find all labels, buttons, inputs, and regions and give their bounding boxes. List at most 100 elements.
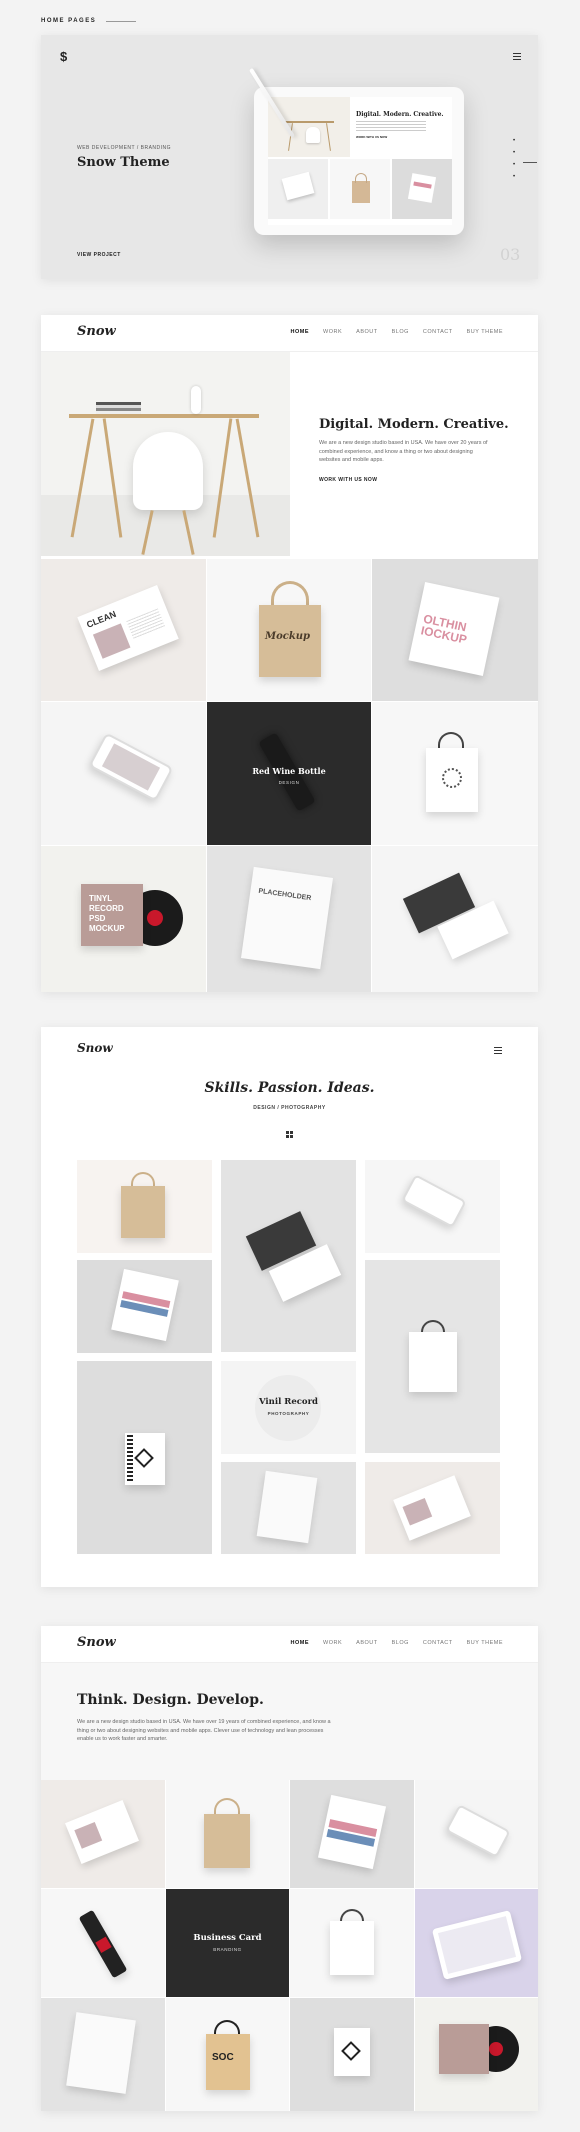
- grid-tile-tote[interactable]: [166, 1780, 289, 1888]
- portfolio-tile-phone[interactable]: [41, 702, 206, 845]
- portfolio-tile-tshirt[interactable]: OLTHIN IOCKUP: [372, 559, 538, 701]
- menu-icon[interactable]: [494, 1047, 502, 1054]
- home3-heading: Think. Design. Develop.: [77, 1692, 264, 1708]
- paper-bag-print: SOC: [212, 2052, 234, 2063]
- nav-link-about[interactable]: ABOUT: [356, 1640, 377, 1646]
- tablet-screen: Digital. Modern. Creative. WORK WITH US …: [268, 97, 452, 225]
- grid-tile-shopping-bag[interactable]: [290, 1889, 414, 1997]
- masonry-tile-tshirt[interactable]: [77, 1260, 212, 1353]
- top-navigation: Snow HOME WORK ABOUT BLOG CONTACT BUY TH…: [41, 1626, 538, 1663]
- nav-link-contact[interactable]: CONTACT: [423, 329, 453, 335]
- featured-title: Vinil Record: [258, 1397, 318, 1407]
- grid-tile-tshirt[interactable]: [290, 1780, 414, 1888]
- tablet-tile-tshirt: [392, 159, 452, 219]
- featured-category: DESIGN: [278, 780, 300, 785]
- chair-seat: [133, 432, 203, 510]
- grid-tile-folded-shirt[interactable]: [41, 1998, 165, 2111]
- slide-dot[interactable]: •: [513, 171, 519, 183]
- filter-grid-icon[interactable]: [286, 1131, 293, 1138]
- top-navigation: Snow HOME WORK ABOUT BLOG CONTACT BUY TH…: [41, 315, 538, 352]
- grid-tile-pattern-book[interactable]: [290, 1998, 414, 2111]
- portfolio-tile-wine-featured[interactable]: Red Wine Bottle DESIGN: [207, 702, 371, 845]
- work-with-us-link[interactable]: WORK WITH US NOW: [319, 477, 377, 483]
- grid-tile-paper-bag[interactable]: SOC: [166, 1998, 289, 2111]
- slide-dot[interactable]: •: [513, 159, 519, 171]
- portfolio-tile-vinyl[interactable]: TINYL RECORD PSD MOCKUP: [41, 846, 206, 992]
- grid-tile-tablet[interactable]: [415, 1889, 538, 1997]
- section-label-line: [106, 21, 136, 22]
- menu-icon[interactable]: [513, 53, 521, 60]
- tablet-text: [356, 121, 426, 131]
- books: [96, 402, 141, 414]
- vinyl-cover-l3: PSD: [89, 914, 106, 923]
- desk-top: [69, 414, 259, 418]
- home-page-3-preview: Snow HOME WORK ABOUT BLOG CONTACT BUY TH…: [41, 1626, 538, 2111]
- slide-dot[interactable]: •: [513, 135, 519, 147]
- home-page-2-preview: Snow Skills. Passion. Ideas. DESIGN / PH…: [41, 1027, 538, 1587]
- tablet-cta: WORK WITH US NOW: [356, 135, 388, 139]
- featured-title: Red Wine Bottle: [252, 766, 326, 776]
- tshirt-print: OLTHIN IOCKUP: [419, 611, 469, 647]
- nav-logo[interactable]: Snow: [77, 1635, 116, 1650]
- masonry-tile-business-card[interactable]: [221, 1160, 356, 1352]
- tablet-hero-photo: [268, 97, 350, 157]
- vinyl-cover-l1: TINYL: [89, 894, 113, 903]
- nav-logo[interactable]: Snow: [77, 324, 116, 339]
- slide-dot[interactable]: •: [513, 147, 519, 159]
- nav-link-home[interactable]: HOME: [291, 329, 310, 335]
- section-label: HOME PAGES: [41, 18, 97, 24]
- masonry-tile-vinil-featured[interactable]: Vinil Record PHOTOGRAPHY: [221, 1361, 356, 1454]
- nav-link-blog[interactable]: BLOG: [392, 1640, 409, 1646]
- nav-link-buy-theme[interactable]: BUY THEME: [467, 329, 503, 335]
- slider-preview-panel: $ WEB DEVELOPMENT / BRANDING Snow Theme …: [41, 35, 538, 279]
- tablet-tile-tote: [330, 159, 390, 219]
- slide-number: 03: [500, 245, 521, 264]
- hero-heading: Digital. Modern. Creative.: [319, 417, 509, 432]
- portfolio-tile-magazine[interactable]: CLEAN: [41, 559, 206, 701]
- home2-heading: Skills. Passion. Ideas.: [204, 1080, 375, 1096]
- masonry-tile-folded-shirt[interactable]: [221, 1462, 356, 1554]
- masonry-tile-magazine[interactable]: [365, 1462, 500, 1554]
- home-page-1-preview: Snow HOME WORK ABOUT BLOG CONTACT BUY TH…: [41, 315, 538, 992]
- nav-link-work[interactable]: WORK: [323, 329, 342, 335]
- view-project-link[interactable]: VIEW PROJECT: [77, 252, 121, 258]
- slide-logo: $: [60, 49, 68, 64]
- nav-link-home[interactable]: HOME: [291, 1640, 310, 1646]
- nav-link-blog[interactable]: BLOG: [392, 329, 409, 335]
- tablet-mockup: Digital. Modern. Creative. WORK WITH US …: [254, 87, 464, 235]
- shirt-print: PLACEHOLDER: [257, 887, 312, 903]
- portfolio-tile-business-card[interactable]: [372, 846, 538, 992]
- grid-tile-phone[interactable]: [415, 1780, 538, 1888]
- masonry-tile-shopping-bag[interactable]: [365, 1260, 500, 1453]
- nav-link-work[interactable]: WORK: [323, 1640, 342, 1646]
- hero-body: We are a new design studio based in USA.…: [319, 440, 488, 463]
- nav-link-buy-theme[interactable]: BUY THEME: [467, 1640, 503, 1646]
- featured-category: BRANDING: [213, 1947, 242, 1952]
- tote-label: Mockup: [265, 631, 311, 642]
- home2-logo[interactable]: Snow: [77, 1041, 113, 1055]
- slide-dots: • • • •: [513, 135, 519, 183]
- nav-link-contact[interactable]: CONTACT: [423, 1640, 453, 1646]
- grid-tile-business-card-featured[interactable]: Business Card BRANDING: [166, 1889, 289, 1997]
- vinyl-cover-l4: MOCKUP: [89, 924, 125, 933]
- slide-subtitle: WEB DEVELOPMENT / BRANDING: [77, 145, 172, 151]
- nav-link-about[interactable]: ABOUT: [356, 329, 377, 335]
- portfolio-tile-shopping-bag[interactable]: [372, 702, 538, 845]
- portfolio-tile-folded-shirt[interactable]: PLACEHOLDER: [207, 846, 371, 992]
- slide-title: Snow Theme: [77, 155, 170, 170]
- dots-line: [523, 162, 537, 163]
- grid-tile-vinyl[interactable]: [415, 1998, 538, 2111]
- featured-category: PHOTOGRAPHY: [267, 1411, 310, 1416]
- vinyl-cover-l2: RECORD: [89, 904, 124, 913]
- portfolio-tile-tote[interactable]: Mockup: [207, 559, 371, 701]
- featured-title: Business Card: [193, 1933, 262, 1943]
- grid-tile-magazine[interactable]: [41, 1780, 165, 1888]
- home3-body: We are a new design studio based in USA.…: [77, 1719, 331, 1742]
- masonry-tile-pattern-book[interactable]: [77, 1361, 212, 1554]
- masonry-tile-phone[interactable]: [365, 1160, 500, 1253]
- tablet-heading: Digital. Modern. Creative.: [356, 111, 444, 118]
- home2-subheading: DESIGN / PHOTOGRAPHY: [253, 1105, 326, 1111]
- hero-image-desk: [41, 352, 290, 556]
- masonry-tile-tote[interactable]: [77, 1160, 212, 1253]
- grid-tile-wine[interactable]: [41, 1889, 165, 1997]
